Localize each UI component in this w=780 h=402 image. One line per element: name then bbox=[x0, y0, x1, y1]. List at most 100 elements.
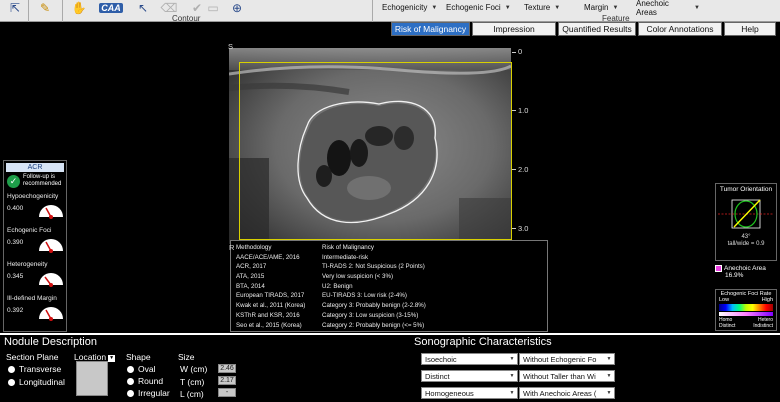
acr-recommendation: ✓ Follow-up is recommended bbox=[7, 174, 63, 188]
chevron-down-icon: ▼ bbox=[606, 390, 612, 396]
length-value[interactable]: - bbox=[218, 388, 236, 397]
top-toolbar: ⇱ ✎ ✋ CAA ↖ ⌫ ✔ ▭ ⊕ Contour Echogenicity… bbox=[0, 0, 780, 23]
chevron-down-icon: ▼ bbox=[509, 356, 515, 362]
table-row: BTA, 2014 U2: Benign bbox=[236, 282, 353, 290]
distinct-label: Distinct bbox=[719, 323, 736, 329]
menu-texture[interactable]: Texture ▼ bbox=[524, 2, 574, 13]
metric-heterogeneity: Heterogeneity 0.345 bbox=[7, 261, 65, 291]
tumor-orientation-panel: Tumor Orientation 43° tall/wide = 0.9 bbox=[715, 183, 777, 261]
echogenicity-select[interactable]: Isoechoic ▼ bbox=[421, 353, 518, 365]
radio-transverse[interactable]: Transverse bbox=[8, 364, 61, 374]
depth-label: 2.0 bbox=[518, 165, 529, 174]
radio-longitudinal[interactable]: Longitudinal bbox=[8, 377, 65, 387]
table-row: European TIRADS, 2017 EU-TIRADS 3: Low ri… bbox=[236, 292, 407, 300]
contour-toolbar: ⇱ ✎ ✋ CAA ↖ ⌫ ✔ ▭ ⊕ Contour bbox=[0, 0, 372, 23]
radio-round[interactable]: Round bbox=[127, 376, 163, 386]
gauge-icon bbox=[39, 205, 63, 219]
select-pointer-icon[interactable]: ⇱ bbox=[4, 1, 26, 15]
texture-color-scale bbox=[719, 312, 773, 316]
foci-high-label: High bbox=[761, 297, 773, 303]
tab-impression[interactable]: Impression bbox=[472, 22, 556, 36]
table-row: AACE/ACE/AME, 2016 Intermediate-risk bbox=[236, 253, 369, 261]
acr-panel: ACR ✓ Follow-up is recommended Hypoechog… bbox=[3, 160, 67, 332]
menu-anechoic-areas[interactable]: Anechoic Areas ▼ bbox=[636, 0, 700, 17]
echogenic-foci-rate-panel: Echogenic Foci Rate Low High Homo Hetero D… bbox=[715, 289, 777, 331]
shape-label: Shape bbox=[126, 352, 151, 362]
nodule-description-title: Nodule Description bbox=[4, 336, 97, 348]
metric-echogenic-foci: Echogenic Foci 0.390 bbox=[7, 227, 65, 257]
sonographic-characteristics-title: Sonographic Characteristics bbox=[414, 336, 552, 348]
roi-box[interactable] bbox=[239, 62, 512, 240]
radio-oval[interactable]: Oval bbox=[127, 364, 155, 374]
bottom-divider bbox=[0, 333, 780, 335]
anechoic-swatch bbox=[715, 265, 722, 272]
tab-color-annotations[interactable]: Color Annotations bbox=[638, 22, 722, 36]
menu-margin[interactable]: Margin ▼ bbox=[584, 2, 628, 13]
radio-icon bbox=[127, 390, 134, 397]
table-row: ATA, 2015 Very low suspicion (< 3%) bbox=[236, 273, 394, 281]
metric-ill-defined-margin: Ill-defined Margin 0.392 bbox=[7, 295, 65, 325]
print-icon: ▭ bbox=[207, 1, 219, 15]
follow-up-line1: Follow-up is bbox=[23, 174, 56, 180]
tab-risk-of-malignancy[interactable]: Risk of Malignancy bbox=[391, 22, 470, 36]
depth-label: 1.0 bbox=[518, 106, 529, 115]
depth-label: 3.0 bbox=[518, 224, 529, 233]
thickness-value[interactable]: 2.17 bbox=[218, 376, 236, 385]
length-label: L (cm) bbox=[180, 389, 204, 399]
anechoic-area-legend: Anechoic Area 16.9% bbox=[715, 262, 777, 286]
contour-section-label: Contour bbox=[172, 14, 201, 23]
size-label: Size bbox=[178, 352, 195, 362]
anechoic-value: 16.9% bbox=[725, 272, 744, 280]
texture-select[interactable]: Homogeneous ▼ bbox=[421, 387, 518, 399]
risk-methodology-table: Methodology Risk of Malignancy AACE/ACE/A… bbox=[230, 240, 548, 332]
thickness-label: T (cm) bbox=[180, 377, 205, 387]
chevron-down-icon: ▼ bbox=[606, 373, 612, 379]
foci-color-scale bbox=[719, 304, 773, 311]
follow-up-line2: recommended bbox=[23, 181, 62, 187]
cursor-settings-icon[interactable]: ↖ bbox=[132, 1, 154, 15]
chevron-down-icon: ▼ bbox=[509, 390, 515, 396]
depth-label: 0 bbox=[518, 47, 523, 56]
radio-icon bbox=[8, 379, 15, 386]
indistinct-label: Indistinct bbox=[753, 323, 773, 329]
menu-echogenic-foci[interactable]: Echogenic Foci ▼ bbox=[446, 2, 512, 13]
r-marker: R bbox=[229, 243, 235, 252]
gauge-icon bbox=[39, 239, 63, 253]
width-value[interactable]: 2.46 bbox=[218, 364, 236, 373]
acr-title: ACR bbox=[6, 163, 64, 172]
metric-hypoechogenicity: Hypoechogenicity 0.400 bbox=[7, 193, 65, 223]
check-icon: ✓ bbox=[7, 174, 20, 188]
orientation-angle: 43° bbox=[741, 234, 751, 240]
eraser-icon: ⌫ bbox=[160, 1, 178, 15]
table-row: Seo et al., 2015 (Korea) Category 2: Prob… bbox=[236, 321, 425, 329]
orientation-ratio: tall/wide = 0.9 bbox=[727, 241, 765, 247]
gauge-icon bbox=[39, 273, 63, 287]
chevron-down-icon: ▼ bbox=[509, 373, 515, 379]
scan-side-marker: S bbox=[228, 42, 234, 51]
radio-icon bbox=[127, 366, 134, 373]
menu-echogenicity[interactable]: Echogenicity ▼ bbox=[382, 2, 440, 13]
chevron-down-icon: ▼ bbox=[606, 356, 612, 362]
orientation-diagram-icon bbox=[718, 199, 774, 229]
tab-quantified-results[interactable]: Quantified Results bbox=[558, 22, 636, 36]
gauge-icon bbox=[39, 307, 63, 321]
foci-low-label: Low bbox=[719, 297, 730, 303]
hand-pan-icon[interactable]: ✋ bbox=[68, 1, 90, 15]
anechoic-areas-select[interactable]: With Anechoic Areas (▼ bbox=[519, 387, 615, 399]
radio-icon bbox=[8, 366, 15, 373]
tumor-orientation-title: Tumor Orientation bbox=[719, 186, 773, 193]
tab-help[interactable]: Help bbox=[724, 22, 776, 36]
caa-button[interactable]: CAA bbox=[98, 1, 124, 15]
taller-than-wide-select[interactable]: Without Taller than Wi ▼ bbox=[519, 370, 615, 382]
section-plane-label: Section Plane bbox=[6, 352, 59, 362]
width-label: W (cm) bbox=[180, 364, 208, 374]
table-row: Kwak et al., 2011 (Korea) Category 3: Pro… bbox=[236, 302, 426, 310]
margin-select[interactable]: Distinct ▼ bbox=[421, 370, 518, 382]
radio-irregular[interactable]: Irregular bbox=[127, 388, 170, 398]
location-diagram[interactable] bbox=[76, 361, 108, 396]
zoom-icon[interactable]: ⊕ bbox=[226, 1, 248, 15]
pencil-icon[interactable]: ✎ bbox=[34, 1, 56, 15]
echogenic-foci-select[interactable]: Without Echogenic Fo ▼ bbox=[519, 353, 615, 365]
table-header: Methodology Risk of Malignancy bbox=[236, 244, 374, 251]
table-row: ACR, 2017 TI-RADS 2: Not Suspicious (2 Po… bbox=[236, 263, 425, 271]
